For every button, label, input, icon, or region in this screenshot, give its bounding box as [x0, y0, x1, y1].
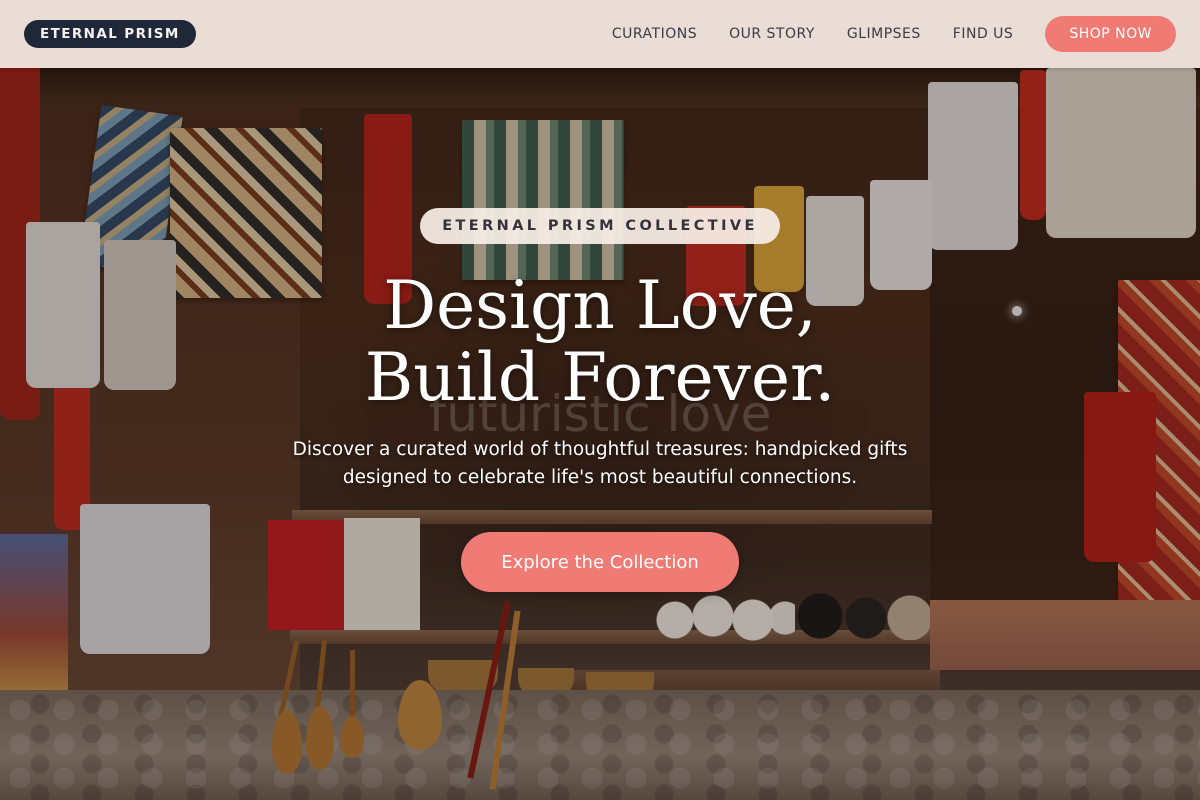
- hero-subtext: Discover a curated world of thoughtful t…: [292, 439, 908, 488]
- hero-content: ETERNAL PRISM COLLECTIVE Design Love, fu…: [0, 0, 1200, 800]
- hero-headline-line2: Build Forever.: [364, 339, 836, 416]
- explore-collection-button[interactable]: Explore the Collection: [461, 532, 739, 592]
- collective-badge: ETERNAL PRISM COLLECTIVE: [420, 208, 780, 244]
- hero-headline-line1: Design Love,: [383, 267, 817, 344]
